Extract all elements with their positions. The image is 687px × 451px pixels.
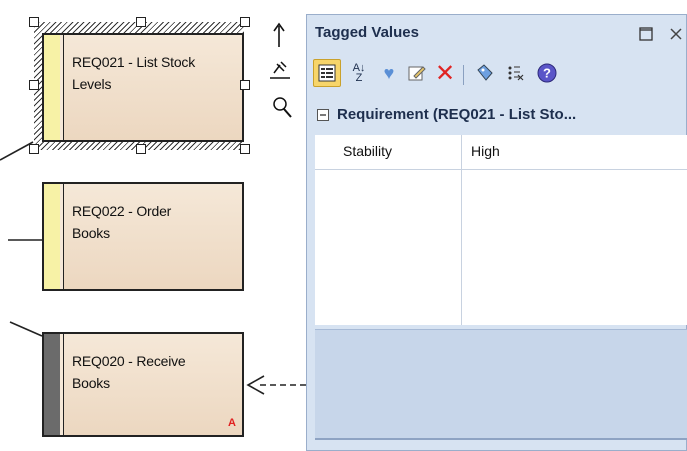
req022-label: REQ022 - Order Books (72, 203, 172, 241)
description-pane (315, 329, 687, 440)
tag-icon[interactable] (471, 59, 499, 87)
help-icon[interactable]: ? (533, 59, 561, 87)
show-hidden-icon[interactable] (501, 59, 529, 87)
group-label: Requirement (REQ021 - List Sto... (337, 106, 577, 123)
table-row[interactable]: Stability High (315, 135, 687, 170)
sort-az-icon[interactable]: A↓ Z (345, 59, 373, 87)
edit-tag-icon[interactable] (403, 59, 431, 87)
panel-title: Tagged Values (315, 24, 419, 41)
new-tag-icon[interactable]: ♥ (375, 59, 403, 87)
req022-strip-edge (60, 184, 64, 289)
requirement-req020[interactable]: REQ020 - Receive Books A (42, 332, 244, 437)
delete-icon[interactable]: ✕ (431, 59, 459, 87)
req020-status-marker: A (228, 417, 236, 429)
maximize-icon[interactable] (639, 27, 653, 41)
tagged-values-panel: Tagged Values A↓ Z ♥ ✕ ? Requirement (REQ… (306, 14, 687, 451)
close-icon[interactable] (669, 27, 683, 41)
tag-value-cell[interactable]: High (471, 143, 500, 159)
collapse-group-icon[interactable] (317, 109, 329, 121)
panel-title-bar: Tagged Values (307, 15, 686, 53)
req020-strip-edge (60, 334, 64, 435)
tagged-values-grid: Stability High (315, 135, 687, 325)
categorized-view-icon[interactable] (313, 59, 341, 87)
svg-text:?: ? (543, 66, 551, 81)
requirement-req022[interactable]: REQ022 - Order Books (42, 182, 244, 291)
req020-label: REQ020 - Receive Books (72, 353, 186, 391)
toolbar-separator (463, 65, 464, 85)
requirement-group-header[interactable]: Requirement (REQ021 - List Sto... (307, 97, 686, 135)
panel-toolbar: A↓ Z ♥ ✕ ? (307, 55, 686, 95)
tag-name-cell: Stability (343, 143, 393, 159)
